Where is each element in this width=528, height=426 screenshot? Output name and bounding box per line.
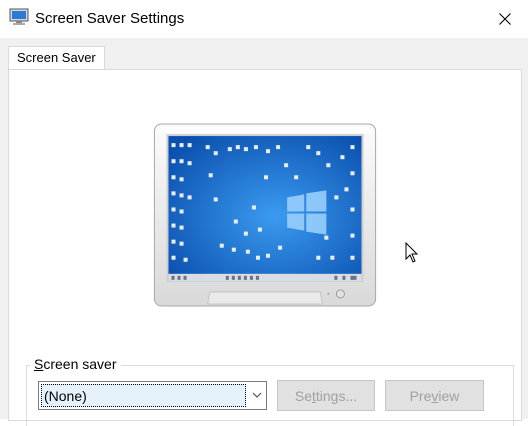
label-accelerator: S [34,356,44,372]
close-icon [499,13,511,25]
preview-button[interactable]: Pre v iew [385,380,484,411]
label-text: creen saver [43,356,117,372]
power-led [327,292,330,295]
title-bar: Screen Saver Settings [0,0,528,38]
desktop-wallpaper [168,136,362,282]
screen-saver-selected-value: (None) [41,384,246,407]
settings-label-part: Se [294,387,312,404]
preview-label-part: Pre [409,387,432,404]
settings-button[interactable]: Se t tings... [277,380,375,411]
tab-screen-saver[interactable]: Screen Saver [8,46,105,69]
power-button-icon [335,289,345,299]
mouse-cursor-icon [405,242,419,263]
screen-saver-app-icon [9,8,29,25]
screen-saver-select[interactable]: (None) [38,381,267,410]
tab-label: Screen Saver [17,50,96,65]
chevron-down-icon [252,392,262,398]
screen-saver-group-label: Screen saver [30,356,121,372]
taskbar [168,273,362,282]
preview-accelerator: v [431,387,439,404]
close-button[interactable] [482,0,528,38]
preview-label-rest: iew [438,387,460,404]
window-title: Screen Saver Settings [35,10,185,27]
monitor-preview [153,123,377,307]
settings-label-rest: tings... [315,387,358,404]
